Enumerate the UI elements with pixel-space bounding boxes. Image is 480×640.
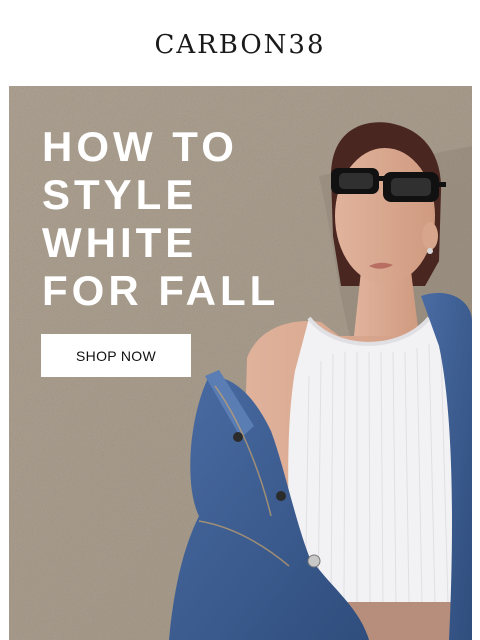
- jacket-button: [307, 554, 321, 568]
- headline-line: STYLE: [42, 171, 198, 218]
- jacket-button: [276, 491, 286, 501]
- hero-headline: HOW TO STYLE WHITE FOR FALL: [42, 123, 279, 315]
- hero-banner[interactable]: HOW TO STYLE WHITE FOR FALL SHOP NOW: [9, 86, 472, 640]
- shop-now-button[interactable]: SHOP NOW: [41, 334, 191, 377]
- earring: [427, 248, 433, 254]
- headline-line: HOW TO: [42, 123, 238, 170]
- headline-line: FOR FALL: [42, 267, 280, 314]
- email-header: CARBON38: [0, 0, 480, 86]
- ear: [422, 222, 438, 250]
- jacket-button: [233, 432, 243, 442]
- carbon38-logo[interactable]: CARBON38: [0, 30, 480, 60]
- headline-line: WHITE: [42, 219, 198, 266]
